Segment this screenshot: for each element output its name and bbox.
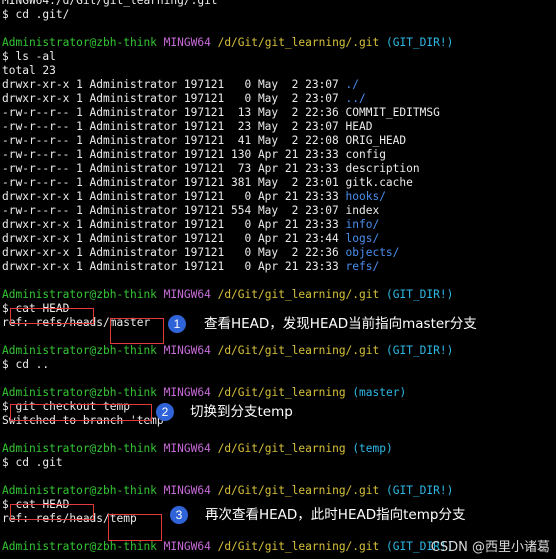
step-2-badge: 2 xyxy=(156,403,174,421)
prompt-user: Administrator@zbh-think xyxy=(2,540,157,553)
terminal-output[interactable]: MINGW64:/d/Git/git_learning/.git $ cd .g… xyxy=(2,0,556,554)
prompt-user: Administrator@zbh-think xyxy=(2,442,157,455)
listing-row: drwxr-xr-x 1 Administrator 197121 0 May … xyxy=(2,246,556,260)
listing-row: -rw-r--r-- 1 Administrator 197121 130 Ap… xyxy=(2,148,556,162)
prompt-line: Administrator@zbh-think MINGW64 /d/Git/g… xyxy=(2,442,556,456)
prompt-branch: (GIT_DIR!) xyxy=(385,344,454,357)
prompt-shell: MINGW64 xyxy=(163,344,211,357)
listing-row: -rw-r--r-- 1 Administrator 197121 381 Ma… xyxy=(2,176,556,190)
step-2-note: 切换到分支temp xyxy=(190,404,293,420)
command-line: $ cd .git/ xyxy=(2,8,70,21)
command-line: $ ls -al xyxy=(2,50,56,63)
prompt-shell: MINGW64 xyxy=(163,386,211,399)
prompt-user: Administrator@zbh-think xyxy=(2,386,157,399)
prompt-branch: (GIT_DIR!) xyxy=(385,484,454,497)
prompt-symbol: $ xyxy=(2,302,9,315)
output-line: total 23 xyxy=(2,64,56,77)
highlight-master xyxy=(110,318,164,344)
listing-row: drwxr-xr-x 1 Administrator 197121 0 Apr … xyxy=(2,232,556,246)
prompt-user: Administrator@zbh-think xyxy=(2,288,157,301)
listing-name: ./ xyxy=(345,78,359,91)
listing-name: COMMIT_EDITMSG xyxy=(345,106,440,119)
listing-meta: drwxr-xr-x 1 Administrator 197121 0 Apr … xyxy=(2,190,346,203)
prompt-user: Administrator@zbh-think xyxy=(2,344,157,357)
listing-name: ORIG_HEAD xyxy=(345,134,407,147)
listing-meta: -rw-r--r-- 1 Administrator 197121 381 Ma… xyxy=(2,176,346,189)
listing-meta: drwxr-xr-x 1 Administrator 197121 0 Apr … xyxy=(2,218,346,231)
listing-row: -rw-r--r-- 1 Administrator 197121 23 May… xyxy=(2,120,556,134)
prompt-shell: MINGW64 xyxy=(163,442,211,455)
listing-name: gitk.cache xyxy=(345,176,413,189)
listing-meta: drwxr-xr-x 1 Administrator 197121 0 Apr … xyxy=(2,260,346,273)
prompt-path: /d/Git/git_learning/.git xyxy=(217,540,380,553)
listing-row: -rw-r--r-- 1 Administrator 197121 41 May… xyxy=(2,134,556,148)
listing-meta: -rw-r--r-- 1 Administrator 197121 23 May… xyxy=(2,120,346,133)
prompt-shell: MINGW64 xyxy=(163,36,211,49)
step-3-note: 再次查看HEAD，此时HEAD指向temp分支 xyxy=(205,507,466,523)
prompt-branch: (GIT_DIR!) xyxy=(385,288,454,301)
listing-name: hooks/ xyxy=(345,190,386,203)
prompt-shell: MINGW64 xyxy=(163,484,211,497)
highlight-checkout xyxy=(10,404,152,421)
prompt-line: Administrator@zbh-think MINGW64 /d/Git/g… xyxy=(2,344,556,358)
csdn-watermark: CSDN @西里小诸葛 xyxy=(430,540,550,555)
listing-row: drwxr-xr-x 1 Administrator 197121 0 Apr … xyxy=(2,260,556,274)
listing-name: info/ xyxy=(345,218,380,231)
prompt-branch: (GIT_DIR!) xyxy=(385,36,454,49)
listing-row: drwxr-xr-x 1 Administrator 197121 0 May … xyxy=(2,92,556,106)
listing-name: config xyxy=(345,148,386,161)
listing-row: -rw-r--r-- 1 Administrator 197121 73 Apr… xyxy=(2,162,556,176)
prompt-branch: (temp) xyxy=(352,442,393,455)
prompt-shell: MINGW64 xyxy=(163,540,211,553)
directory-listing: drwxr-xr-x 1 Administrator 197121 0 May … xyxy=(2,78,556,274)
listing-meta: drwxr-xr-x 1 Administrator 197121 0 May … xyxy=(2,246,346,259)
listing-meta: -rw-r--r-- 1 Administrator 197121 41 May… xyxy=(2,134,346,147)
step-3-badge: 3 xyxy=(170,506,188,524)
prompt-branch: (master) xyxy=(352,386,407,399)
title-fragment: MINGW64:/d/Git/git_learning/.git xyxy=(2,0,218,7)
listing-name: ../ xyxy=(345,92,366,105)
listing-name: description xyxy=(345,162,420,175)
prompt-path: /d/Git/git_learning xyxy=(217,386,346,399)
listing-name: objects/ xyxy=(345,246,400,259)
prompt-line: Administrator@zbh-think MINGW64 /d/Git/g… xyxy=(2,484,556,498)
listing-row: drwxr-xr-x 1 Administrator 197121 0 Apr … xyxy=(2,190,556,204)
prompt-path: /d/Git/git_learning xyxy=(217,442,346,455)
listing-meta: drwxr-xr-x 1 Administrator 197121 0 May … xyxy=(2,78,346,91)
highlight-cat-head-1 xyxy=(10,308,94,324)
prompt-line: Administrator@zbh-think MINGW64 /d/Git/g… xyxy=(2,386,556,400)
listing-meta: drwxr-xr-x 1 Administrator 197121 0 May … xyxy=(2,92,346,105)
step-1-note: 查看HEAD，发现HEAD当前指向master分支 xyxy=(204,316,477,332)
prompt-symbol: $ xyxy=(2,498,9,511)
listing-meta: drwxr-xr-x 1 Administrator 197121 0 Apr … xyxy=(2,232,346,245)
step-1-badge: 1 xyxy=(168,315,186,333)
listing-row: drwxr-xr-x 1 Administrator 197121 0 May … xyxy=(2,78,556,92)
highlight-temp xyxy=(108,514,162,541)
prompt-path: /d/Git/git_learning/.git xyxy=(217,484,380,497)
listing-meta: -rw-r--r-- 1 Administrator 197121 13 May… xyxy=(2,106,346,119)
listing-meta: -rw-r--r-- 1 Administrator 197121 73 Apr… xyxy=(2,162,346,175)
prompt-symbol: $ xyxy=(2,400,9,413)
command-line: $ cd .. xyxy=(2,358,50,371)
prompt-shell: MINGW64 xyxy=(163,288,211,301)
listing-meta: -rw-r--r-- 1 Administrator 197121 130 Ap… xyxy=(2,148,346,161)
prompt-line: Administrator@zbh-think MINGW64 /d/Git/g… xyxy=(2,288,556,302)
prompt-user: Administrator@zbh-think xyxy=(2,36,157,49)
command-line: $ cd .git xyxy=(2,456,63,469)
prompt-path: /d/Git/git_learning/.git xyxy=(217,36,380,49)
listing-row: drwxr-xr-x 1 Administrator 197121 0 Apr … xyxy=(2,218,556,232)
listing-name: refs/ xyxy=(345,260,380,273)
highlight-cat-head-2 xyxy=(10,504,94,520)
listing-meta: -rw-r--r-- 1 Administrator 197121 554 Ma… xyxy=(2,204,346,217)
listing-name: HEAD xyxy=(345,120,373,133)
prompt-line: Administrator@zbh-think MINGW64 /d/Git/g… xyxy=(2,36,556,50)
listing-row: -rw-r--r-- 1 Administrator 197121 554 Ma… xyxy=(2,204,556,218)
prompt-user: Administrator@zbh-think xyxy=(2,484,157,497)
prompt-path: /d/Git/git_learning/.git xyxy=(217,288,380,301)
listing-name: index xyxy=(345,204,380,217)
prompt-path: /d/Git/git_learning/.git xyxy=(217,344,380,357)
listing-row: -rw-r--r-- 1 Administrator 197121 13 May… xyxy=(2,106,556,120)
listing-name: logs/ xyxy=(345,232,380,245)
